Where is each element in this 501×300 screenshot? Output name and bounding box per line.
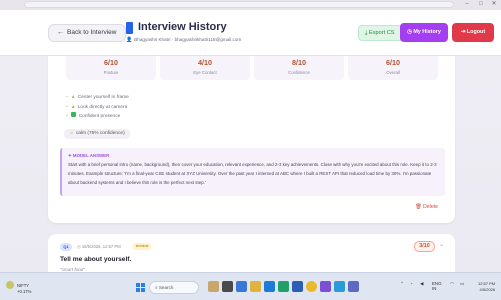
taskbar-clock[interactable]: 12:57 PM 4/5/2026 bbox=[478, 281, 495, 292]
windows-taskbar: NIFTY +0.17% ⌕ Search ⌃ ◔ ◀ ENG IN ◠ ▭ 12… bbox=[0, 272, 501, 300]
browser-chrome: – □ ✕ bbox=[0, 0, 501, 10]
app-icon-vscode[interactable] bbox=[334, 281, 345, 292]
app-icon-photos[interactable] bbox=[208, 281, 219, 292]
stock-icon bbox=[6, 281, 14, 289]
score-eye-contact: 4/10 Eye Contact bbox=[160, 56, 250, 80]
taskbar-search[interactable]: ⌕ Search bbox=[149, 281, 199, 294]
model-answer-title: ✦ MODEL ANSWER bbox=[68, 153, 110, 158]
warning-icon: ▲ bbox=[70, 104, 76, 110]
app-icon-teams[interactable] bbox=[348, 281, 359, 292]
bullet-icon: • bbox=[66, 114, 68, 119]
user-subtitle: 👤 Bhagyashri Khatri · bhagyashrikhatri118… bbox=[126, 37, 242, 43]
score-value: 6/10 bbox=[104, 58, 118, 67]
network-icon[interactable]: ◔ bbox=[410, 281, 413, 286]
score-overall: 6/10 Overall bbox=[348, 56, 438, 80]
export-csv-button[interactable]: ⤓ Export CS bbox=[358, 25, 404, 41]
top-header: ← Back to Interview Interview History 👤 Bh… bbox=[0, 10, 501, 56]
my-history-button[interactable]: ◷ My History bbox=[400, 23, 448, 42]
back-to-interview-button[interactable]: ← Back to Interview bbox=[48, 24, 126, 42]
app-icon-chrome[interactable] bbox=[306, 281, 317, 292]
question-number-badge: Q1 bbox=[60, 243, 72, 251]
language-indicator[interactable]: ENG IN bbox=[432, 281, 442, 291]
question-title: Tell me about yourself. bbox=[60, 256, 132, 263]
question-type-tag: technical bbox=[133, 243, 151, 250]
battery-icon[interactable]: ▭ bbox=[460, 281, 464, 287]
windows-start-icon[interactable] bbox=[136, 283, 145, 292]
score-label: Eye Contact bbox=[193, 70, 217, 75]
address-bar[interactable] bbox=[24, 1, 454, 8]
book-icon bbox=[126, 22, 133, 34]
score-label: Overall bbox=[386, 70, 400, 75]
score-confidence: 8/10 Confidence bbox=[254, 56, 344, 80]
bullet-icon: • bbox=[66, 105, 68, 110]
app-icon-edge[interactable] bbox=[264, 281, 275, 292]
chevron-down-icon[interactable]: ⌄ bbox=[439, 241, 444, 248]
emotion-badge: ☺ calm (75% confidence) bbox=[64, 129, 130, 139]
feedback-tips: • ▲ Center yourself in frame • ▲ Look direct… bbox=[66, 92, 129, 122]
check-icon bbox=[70, 112, 76, 117]
user-icon: 👤 bbox=[126, 37, 133, 43]
volume-icon[interactable]: ◀ bbox=[420, 281, 423, 287]
app-icon-blue[interactable] bbox=[236, 281, 247, 292]
score-value: 8/10 bbox=[292, 58, 306, 67]
score-value: 6/10 bbox=[386, 58, 400, 67]
question-date: ◷ 16/5/2026, 12:57 PM bbox=[77, 244, 121, 249]
tip-item: • ▲ Center yourself in frame bbox=[66, 94, 129, 100]
app-icon-purple[interactable] bbox=[320, 281, 331, 292]
tip-item: • ▲ Look directly at camera bbox=[66, 104, 128, 110]
app-icon-file-explorer[interactable] bbox=[250, 281, 261, 292]
score-label: Confidence bbox=[288, 70, 310, 75]
model-answer-box: ✦ MODEL ANSWER Start with a brief person… bbox=[60, 148, 445, 196]
trash-icon: 🗑 bbox=[415, 204, 422, 210]
app-icon-folder-dark[interactable] bbox=[222, 281, 233, 292]
smiley-icon: ☺ bbox=[69, 131, 74, 136]
delete-button[interactable]: 🗑 Delete bbox=[415, 204, 438, 210]
score-row: 6/10 Posture 4/10 Eye Contact 8/10 Confi… bbox=[66, 56, 438, 80]
arrow-left-icon: ← bbox=[57, 29, 64, 36]
app-icon-green[interactable] bbox=[278, 281, 289, 292]
page: ← Back to Interview Interview History 👤 Bh… bbox=[0, 10, 501, 278]
score-posture: 6/10 Posture bbox=[66, 56, 156, 80]
score-label: Posture bbox=[103, 70, 119, 75]
page-title: Interview History bbox=[138, 21, 227, 33]
app-icon-word[interactable] bbox=[292, 281, 303, 292]
question-score-badge: 3/10 bbox=[414, 241, 435, 252]
wifi-icon[interactable]: ◠ bbox=[450, 281, 454, 287]
warning-icon: ▲ bbox=[70, 94, 76, 100]
model-answer-text: Start with a brief personal intro (name,… bbox=[68, 162, 437, 186]
tip-item: • Confident presence bbox=[66, 112, 121, 119]
stock-widget[interactable]: NIFTY +0.17% bbox=[6, 281, 31, 294]
close-window-icon[interactable]: ✕ bbox=[489, 1, 499, 8]
bullet-icon: • bbox=[66, 95, 68, 100]
interview-result-card: 6/10 Posture 4/10 Eye Contact 8/10 Confi… bbox=[48, 56, 455, 223]
logout-button[interactable]: ⇥ Logout bbox=[452, 23, 494, 42]
minimize-icon[interactable]: – bbox=[462, 1, 472, 8]
tray-chevron-icon[interactable]: ⌃ bbox=[400, 281, 404, 287]
maximize-icon[interactable]: □ bbox=[476, 1, 486, 8]
score-value: 4/10 bbox=[198, 58, 212, 67]
